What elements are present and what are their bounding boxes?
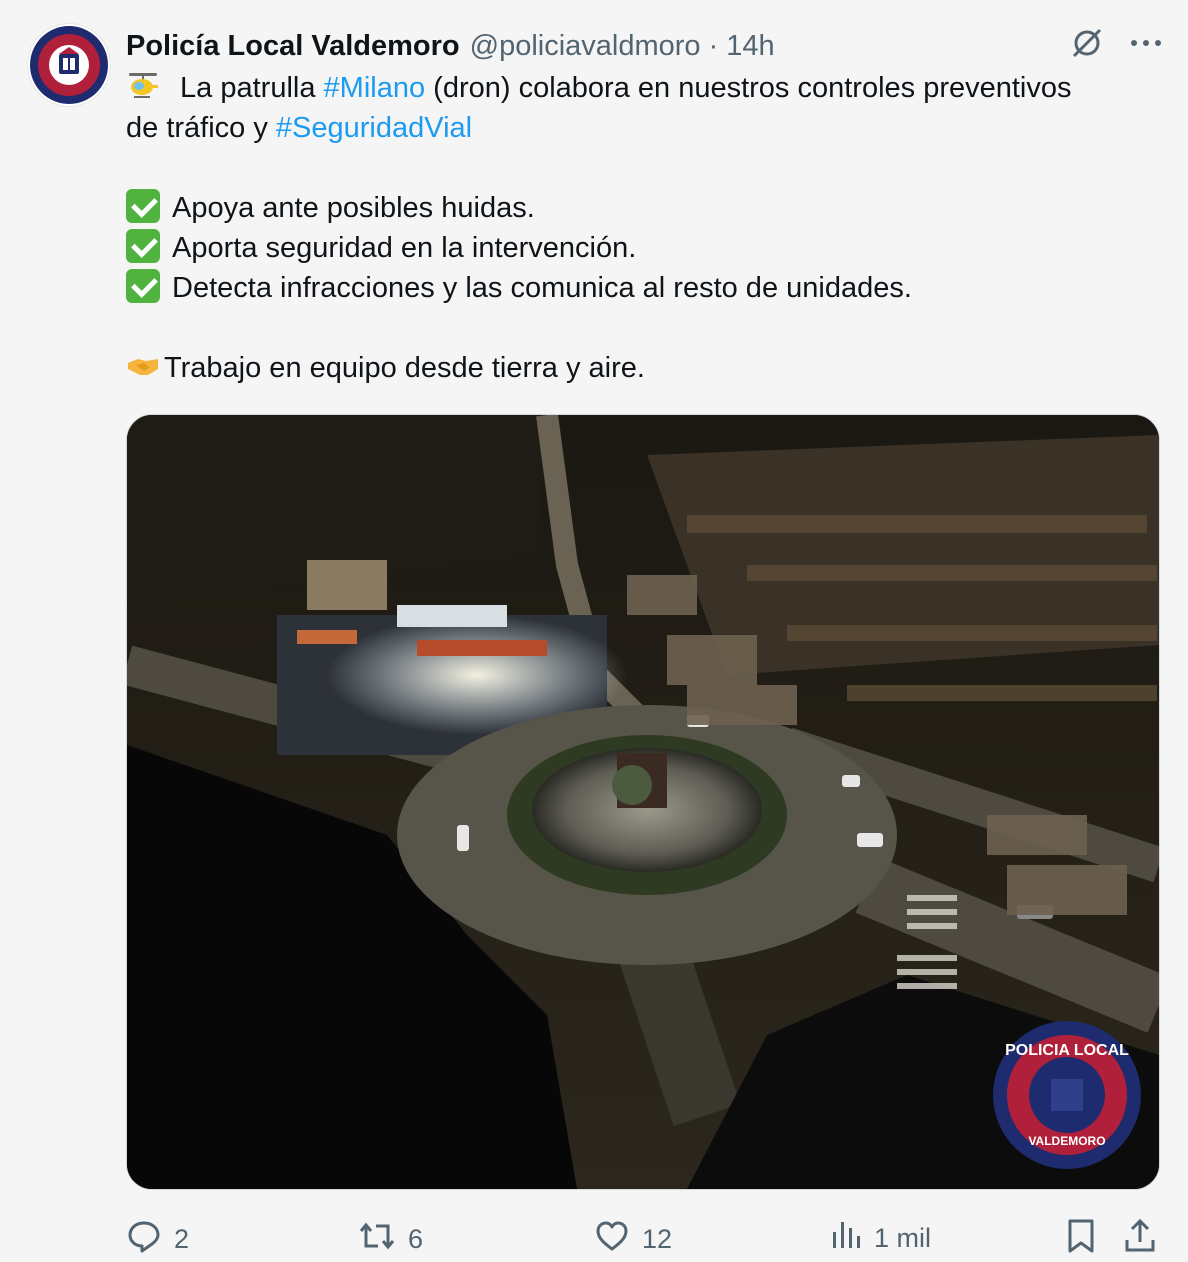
timestamp[interactable]: 14h <box>726 30 774 63</box>
heart-icon <box>594 1218 630 1261</box>
share-button[interactable] <box>1124 1218 1156 1261</box>
avatar[interactable] <box>28 24 110 106</box>
bullet-line: Detecta infracciones y las comunica al r… <box>126 268 1156 308</box>
check-mark-icon <box>126 229 160 263</box>
tweet-text-segment: de tráfico y <box>126 112 276 144</box>
hashtag-milano[interactable]: #Milano <box>324 72 426 104</box>
repost-icon <box>358 1218 396 1261</box>
tweet-text-segment: (dron) colabora en nuestros controles pr… <box>425 72 1072 104</box>
views-button[interactable]: 1 mil <box>830 1218 931 1259</box>
repost-count: 6 <box>408 1224 424 1254</box>
reply-icon <box>126 1218 162 1261</box>
share-icon <box>1124 1218 1156 1261</box>
check-mark-icon <box>126 189 160 223</box>
drone-night-photo: POLICIA LOCAL VALDEMORO <box>127 415 1159 1189</box>
watermark-text-bottom: VALDEMORO <box>1028 1134 1105 1148</box>
handshake-icon <box>126 349 160 383</box>
tweet-photo[interactable]: POLICIA LOCAL VALDEMORO <box>126 414 1160 1190</box>
watermark-text-top: POLICIA LOCAL <box>1005 1042 1129 1059</box>
grok-icon[interactable] <box>1070 26 1104 60</box>
closing-text: Trabajo en equipo desde tierra y aire. <box>164 352 645 384</box>
bookmark-button[interactable] <box>1066 1218 1096 1261</box>
tweet-text-segment: La patrulla <box>172 72 324 104</box>
bullet-text: Aporta seguridad en la intervención. <box>172 232 637 264</box>
like-button[interactable]: 12 <box>594 1218 672 1261</box>
views-icon <box>830 1218 862 1259</box>
tweet-line-2: de tráfico y #SeguridadVial <box>126 108 1156 148</box>
bullet-text: Apoya ante posibles huidas. <box>172 192 535 224</box>
closing-line: Trabajo en equipo desde tierra y aire. <box>126 348 1156 388</box>
police-logo <box>30 26 108 104</box>
views-count: 1 mil <box>874 1223 932 1253</box>
tweet-line-1: La patrulla #Milano (dron) colabora en n… <box>126 68 1156 108</box>
user-handle[interactable]: @policiavaldmoro <box>470 30 701 63</box>
tweet-header: Policía Local Valdemoro @policiavaldmoro… <box>126 26 775 66</box>
tweet-text: La patrulla #Milano (dron) colabora en n… <box>126 68 1156 388</box>
bullet-line: Apoya ante posibles huidas. <box>126 188 1156 228</box>
bullet-text: Detecta infracciones y las comunica al r… <box>172 272 912 304</box>
check-mark-icon <box>126 269 160 303</box>
bookmark-icon <box>1066 1218 1096 1261</box>
like-count: 12 <box>642 1224 673 1254</box>
bullet-line: Aporta seguridad en la intervención. <box>126 228 1156 268</box>
top-actions <box>1070 26 1162 60</box>
hashtag-seguridadvial[interactable]: #SeguridadVial <box>276 112 472 144</box>
separator: · <box>708 29 719 62</box>
helicopter-icon <box>126 69 160 103</box>
reply-button[interactable]: 2 <box>126 1218 189 1261</box>
tweet-actions: 2 6 12 1 mil <box>126 1212 1160 1260</box>
repost-button[interactable]: 6 <box>358 1218 423 1261</box>
reply-count: 2 <box>174 1224 190 1254</box>
display-name[interactable]: Policía Local Valdemoro <box>126 30 460 63</box>
more-icon[interactable] <box>1130 38 1162 48</box>
